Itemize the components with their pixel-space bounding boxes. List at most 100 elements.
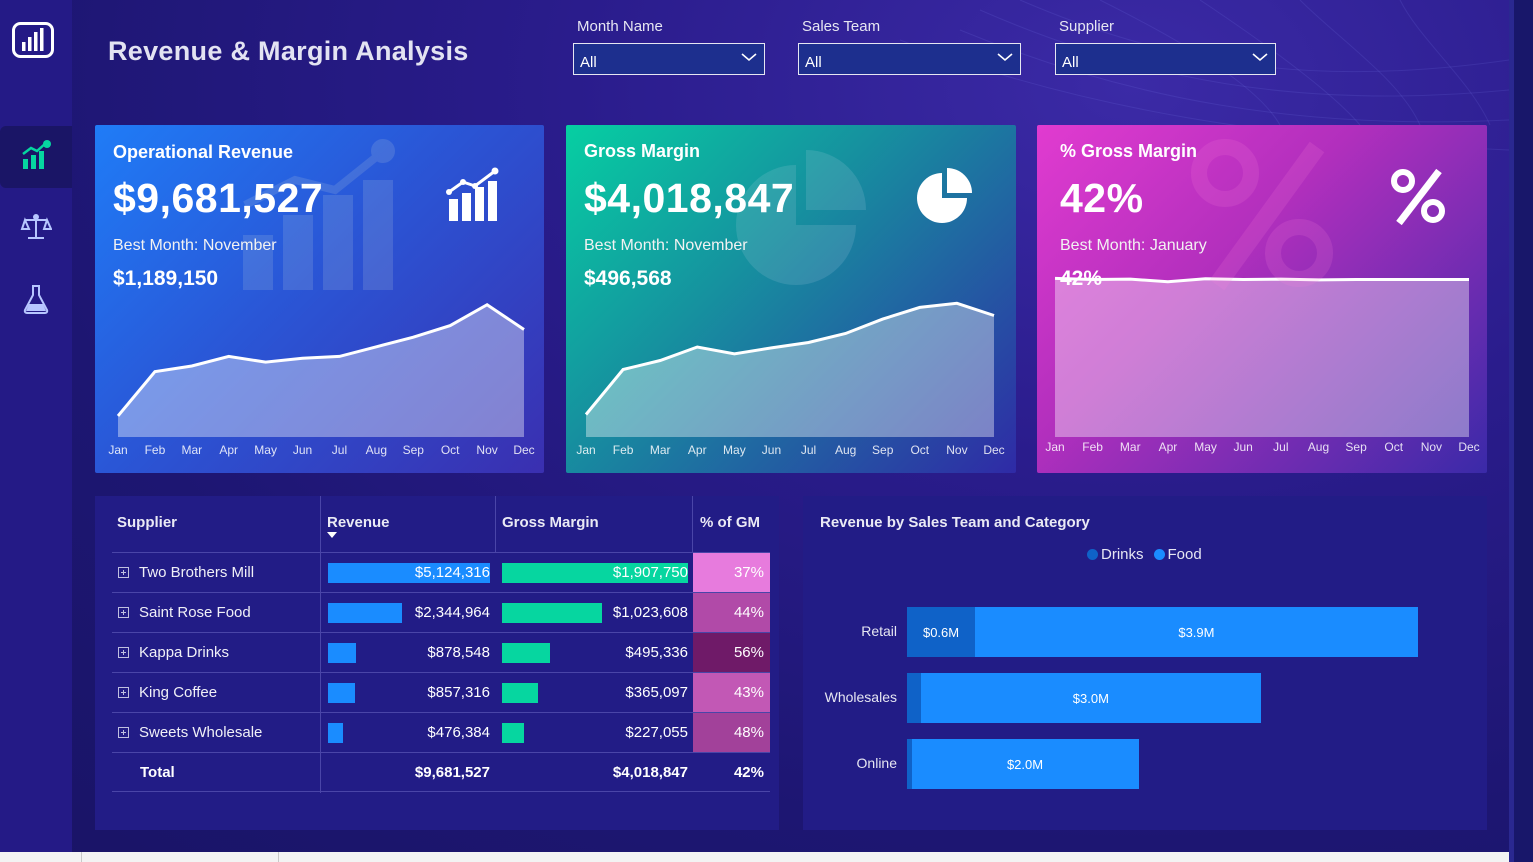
pie-chart-icon (917, 168, 972, 223)
chevron-down-icon (740, 50, 758, 68)
month-tick-label: Dec (1458, 440, 1480, 454)
month-tick-label: Nov (1420, 440, 1443, 454)
month-tick-label: Aug (834, 443, 857, 457)
bar-drinks-wholesales[interactable] (907, 673, 921, 723)
sales-team-dropdown[interactable]: All (798, 43, 1021, 75)
month-tick-label: Jun (761, 443, 782, 457)
card-title: Gross Margin (584, 141, 701, 161)
data-label: $3.0M (1072, 690, 1109, 706)
card-gross-margin[interactable]: Gross Margin $4,018,847 Best Month: Nove… (566, 125, 1016, 473)
trend-point-may[interactable] (261, 357, 271, 367)
trend-point-apr[interactable] (224, 351, 234, 361)
bar-food-online[interactable]: $2.0M (911, 739, 1139, 789)
category-label: Online (856, 755, 897, 771)
trend-point-apr[interactable] (1163, 277, 1173, 287)
nav-balance-page[interactable] (0, 198, 72, 260)
trend-point-feb[interactable] (618, 365, 628, 375)
expand-icon[interactable] (118, 647, 129, 658)
trend-point-feb[interactable] (150, 367, 160, 377)
month-tick-label: Feb (612, 443, 634, 457)
expand-icon[interactable] (118, 727, 129, 738)
total-pct-gm: 42% (733, 764, 764, 781)
table-row[interactable]: King Coffee $857,316 $365,097 43% (112, 672, 770, 713)
trend-point-nov[interactable] (482, 300, 492, 310)
bar-food-retail[interactable]: $3.9M (975, 607, 1418, 657)
trend-point-dec[interactable] (989, 311, 999, 321)
month-tick-label: Dec (513, 443, 535, 457)
trend-point-jun[interactable] (767, 343, 777, 353)
total-row: Total $9,681,527 $4,018,847 42% (112, 752, 770, 792)
trend-point-sep[interactable] (408, 332, 418, 342)
pct-gm-cell: 48% (693, 713, 770, 753)
sort-descending-icon (327, 532, 337, 538)
trend-point-mar[interactable] (655, 356, 665, 366)
month-tick-label: Dec (983, 443, 1005, 457)
column-header-supplier[interactable]: Supplier (117, 514, 177, 531)
trend-point-jul[interactable] (804, 338, 814, 348)
supplier-dropdown[interactable]: All (1055, 43, 1276, 75)
card-best-value: $1,189,150 (113, 267, 219, 290)
column-header-revenue[interactable]: Revenue (327, 514, 390, 531)
legend-dot (1153, 549, 1165, 560)
nav-lab-page[interactable] (0, 270, 72, 332)
filter-label: Sales Team (802, 18, 881, 35)
card-best-month: Best Month: November (113, 237, 277, 254)
month-name-dropdown[interactable]: All (573, 43, 765, 75)
trend-area (118, 304, 524, 437)
trend-point-mar[interactable] (1125, 274, 1135, 284)
supplier-name: King Coffee (139, 684, 218, 701)
month-tick-label: Sep (1345, 440, 1367, 454)
nav-revenue-page[interactable] (0, 126, 72, 188)
scrollbar-track[interactable] (1509, 0, 1533, 862)
bar-food-wholesales[interactable]: $3.0M (920, 673, 1262, 723)
filter-supplier: Supplier All (1055, 18, 1276, 75)
trend-point-oct[interactable] (915, 302, 925, 312)
trend-point-dec[interactable] (1464, 275, 1474, 285)
trend-point-nov[interactable] (1426, 275, 1436, 285)
trend-point-sep[interactable] (1351, 275, 1361, 285)
percent-icon (1391, 168, 1445, 226)
growth-chart-icon (20, 139, 52, 176)
trend-point-mar[interactable] (187, 361, 197, 371)
trend-point-jan[interactable] (113, 411, 123, 421)
trend-point-aug[interactable] (841, 329, 851, 339)
trend-point-oct[interactable] (1389, 275, 1399, 285)
expand-icon[interactable] (118, 607, 129, 618)
trend-point-jun[interactable] (298, 353, 308, 363)
card-best-value: $496,568 (584, 267, 672, 290)
trend-point-jan[interactable] (1050, 273, 1060, 283)
table-row[interactable]: Two Brothers Mill $5,124,316 $1,907,750 37% (112, 552, 770, 593)
bar-drinks-retail[interactable]: $0.6M (907, 607, 976, 657)
expand-icon[interactable] (118, 687, 129, 698)
card-gross-margin-percent[interactable]: % Gross Margin 42% Best Month: January 4… (1037, 125, 1487, 473)
percent-watermark-icon (1191, 139, 1333, 291)
trend-point-may[interactable] (729, 349, 739, 359)
month-tick-label: Apr (219, 443, 239, 457)
month-tick-label: Mar (181, 443, 203, 457)
chart-title: Revenue by Sales Team and Category (820, 514, 1090, 531)
chevron-down-icon (996, 50, 1014, 68)
category-label: Wholesales (824, 689, 897, 705)
column-header-pct-gm[interactable]: % of GM (700, 514, 760, 531)
trend-point-jul[interactable] (335, 351, 345, 361)
trend-point-jan[interactable] (581, 410, 591, 420)
legend-label: Drinks (1101, 546, 1144, 563)
column-header-gross-margin[interactable]: Gross Margin (502, 514, 599, 531)
expand-icon[interactable] (118, 567, 129, 578)
card-operational-revenue[interactable]: Operational Revenue $9,681,527 Best Mont… (95, 125, 544, 473)
trend-point-aug[interactable] (371, 342, 381, 352)
table-row[interactable]: Kappa Drinks $878,548 $495,336 56% (112, 632, 770, 673)
trend-point-nov[interactable] (952, 298, 962, 308)
month-tick-label: Aug (1307, 440, 1330, 454)
trend-point-sep[interactable] (878, 314, 888, 324)
table-row[interactable]: Saint Rose Food $2,344,964 $1,023,608 44% (112, 592, 770, 633)
trend-point-apr[interactable] (692, 342, 702, 352)
month-axis: Jan Feb Mar Apr May Jun Jul Aug Sep Oct Nov Dec (1037, 440, 1487, 456)
table-row[interactable]: Sweets Wholesale $476,384 $227,055 48% (112, 712, 770, 753)
legend-item[interactable]: Drinks (1087, 546, 1144, 563)
month-tick-label: Oct (910, 443, 930, 457)
month-tick-label: Apr (687, 443, 707, 457)
legend-item[interactable]: Food (1153, 546, 1202, 563)
trend-point-oct[interactable] (445, 321, 455, 331)
trend-point-dec[interactable] (519, 325, 529, 335)
